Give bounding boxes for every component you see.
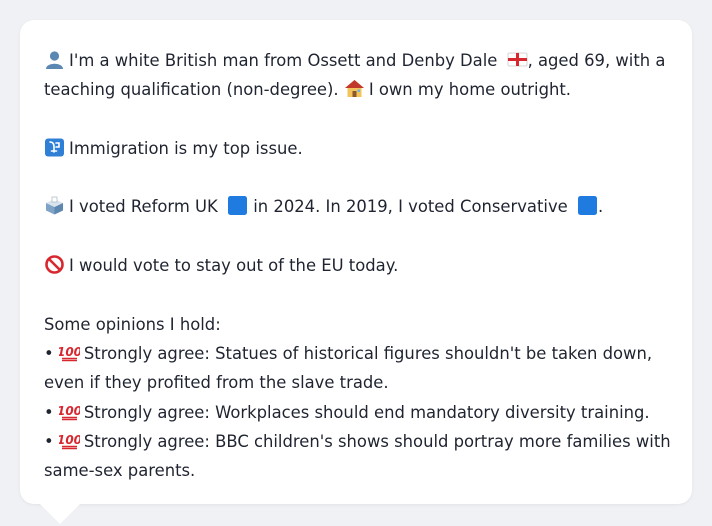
eu-text: I would vote to stay out of the EU today… [69,256,399,276]
eu-line: I would vote to stay out of the EU today… [44,251,668,280]
svg-text:100: 100 [59,404,80,418]
vote-line: I voted Reform UK in 2024. In 2019, I vo… [44,192,668,221]
bubble-tail [40,504,80,524]
opinion-item-3: • 100 Strongly agree: BBC children's sho… [44,427,671,456]
message-bubble: I'm a white British man from Ossett and … [20,20,692,504]
issue-text: Immigration is my top issue. [69,138,303,158]
identity-text-c: teaching qualification (non-degree). [44,80,339,100]
opinions-header: Some opinions I hold: [44,314,221,334]
opinion-item-1: • 100 Strongly agree: Statues of histori… [44,339,668,368]
opinion-text: BBC children's shows should portray more… [215,431,671,451]
hundred-points-icon: 100 [59,343,80,362]
vote-text-b: in 2024. In 2019, I voted Conservative [253,197,568,217]
bullet: • [44,402,54,422]
vote-text-a: I voted Reform UK [69,197,218,217]
identity-line-1: I'm a white British man from Ossett and … [44,46,668,75]
england-flag-icon [507,50,528,69]
issue-line: Immigration is my top issue. [44,134,668,163]
identity-line-2: teaching qualification (non-degree). I o… [44,75,668,104]
hundred-points-icon: 100 [59,402,80,421]
immigration-passport-icon [44,138,65,157]
vote-text-c: . [597,197,604,217]
reform-blue-square-icon [227,196,248,216]
opinion-item-1-cont: even if they profited from the slave tra… [44,373,389,393]
identity-text-b: , aged 69, with a [527,51,666,70]
opinion-text: Statues of historical figures shouldn't … [215,343,653,363]
opinion-text: Workplaces should end mandatory diversit… [215,402,650,422]
conservative-blue-square-icon [577,196,598,216]
opinion-item-2: • 100 Strongly agree: Workplaces should … [44,398,668,427]
homeowner-text: I own my home outright. [368,80,572,100]
svg-text:100: 100 [59,433,80,447]
opinion-prefix: Strongly agree: [83,343,210,363]
bust-silhouette-icon [44,50,65,69]
svg-text:100: 100 [59,345,80,359]
prohibited-icon [44,255,65,274]
ballot-box-icon [44,196,65,215]
identity-text-a: I'm a white British man from Ossett and … [69,51,498,70]
opinion-prefix: Strongly agree: [83,402,210,422]
bullet: • [44,343,54,363]
opinion-item-3-cont: same-sex parents. [44,461,196,481]
bullet: • [44,431,54,451]
opinion-prefix: Strongly agree: [83,431,210,451]
hundred-points-icon: 100 [59,431,80,450]
house-icon [344,79,365,98]
